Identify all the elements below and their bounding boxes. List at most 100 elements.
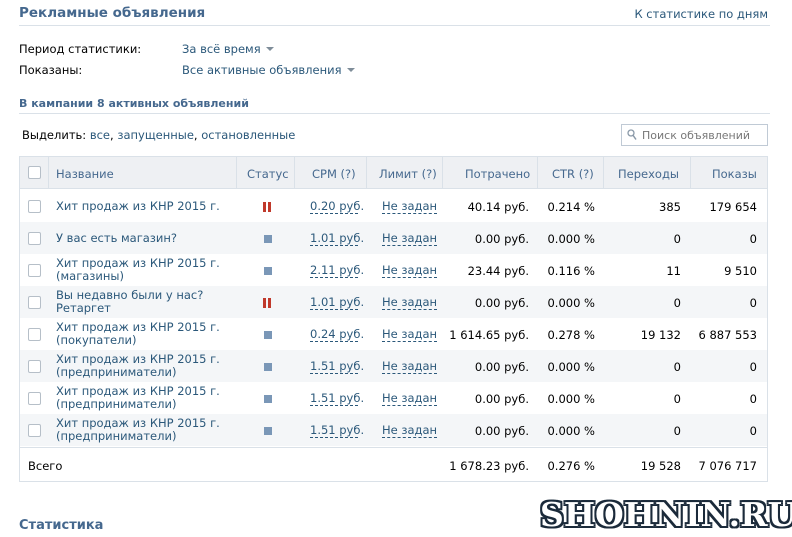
shows-value: 0 [749, 360, 757, 374]
table-row: Хит продаж из КНР 2015 г. 0.20 руб. Не зад… [20, 190, 767, 222]
select-prefix: Выделить: [22, 128, 87, 142]
running-square-icon[interactable] [264, 427, 272, 435]
shown-label: Показаны: [19, 63, 83, 77]
limit-value[interactable]: Не задан [382, 296, 438, 310]
total-ctr: 0.276 % [547, 459, 595, 473]
pause-icon[interactable] [263, 298, 272, 308]
ad-name-link[interactable]: Хит продаж из КНР 2015 г. (предпринимател… [56, 385, 220, 411]
ad-name-link[interactable]: У вас есть магазин? [56, 232, 177, 245]
cpm-value[interactable]: 1.51 руб. [310, 424, 364, 438]
table-row: Хит продаж из КНР 2015 г. (магазины) 2.11 … [20, 254, 767, 286]
ad-name-link[interactable]: Хит продаж из КНР 2015 г. (предпринимател… [56, 353, 220, 379]
row-checkbox[interactable] [28, 328, 41, 341]
table-row: Хит продаж из КНР 2015 г. (предпринимател… [20, 414, 767, 446]
row-checkbox[interactable] [28, 264, 41, 277]
ad-name-line2: (магазины) [56, 269, 124, 283]
running-square-icon[interactable] [264, 235, 272, 243]
search-box[interactable] [621, 124, 768, 146]
running-square-icon[interactable] [264, 395, 272, 403]
cpm-value[interactable]: 1.01 руб. [310, 232, 364, 246]
clicks-value: 385 [659, 200, 681, 214]
col-ctr[interactable]: CTR (?) [552, 167, 594, 181]
search-input[interactable] [642, 127, 764, 143]
running-square-icon[interactable] [264, 331, 272, 339]
ctr-value: 0.278 % [547, 328, 595, 342]
running-square-icon[interactable] [264, 363, 272, 371]
col-shows[interactable]: Показы [712, 167, 757, 181]
limit-value[interactable]: Не задан [382, 392, 438, 406]
row-checkbox[interactable] [28, 392, 41, 405]
cpm-value[interactable]: 1.51 руб. [310, 360, 364, 374]
limit-value[interactable]: Не задан [382, 328, 438, 342]
shown-value: Все активные объявления [182, 63, 342, 77]
running-square-icon[interactable] [264, 267, 272, 275]
spent-value: 0.00 руб. [474, 360, 529, 374]
shows-value: 6 887 553 [698, 328, 757, 342]
limit-value[interactable]: Не задан [382, 264, 438, 278]
period-value: За всё время [182, 42, 261, 56]
ad-name-link[interactable]: Хит продаж из КНР 2015 г. (предпринимател… [56, 417, 220, 443]
table-row: Хит продаж из КНР 2015 г. (предпринимател… [20, 350, 767, 382]
campaign-heading: В кампании 8 активных объявлений [19, 97, 249, 110]
table-header: Название Статус CPM (?) Лимит (?) Потрач… [20, 157, 767, 189]
col-cpm[interactable]: CPM (?) [312, 167, 356, 181]
table-row: У вас есть магазин? 1.01 руб. Не задан 0.00… [20, 222, 767, 254]
table-row: Вы недавно были у нас? Ретаргет 1.01 руб. Н… [20, 286, 767, 318]
cpm-value[interactable]: 0.20 руб. [310, 200, 364, 214]
select-all-checkbox[interactable] [28, 166, 41, 179]
limit-value[interactable]: Не задан [382, 424, 438, 438]
row-checkbox[interactable] [28, 360, 41, 373]
total-spent: 1 678.23 руб. [449, 459, 529, 473]
ad-name-line2: (покупатели) [56, 333, 137, 347]
spent-value: 23.44 руб. [467, 264, 529, 278]
row-checkbox[interactable] [28, 232, 41, 245]
limit-value[interactable]: Не задан [382, 360, 438, 374]
cpm-value[interactable]: 0.24 руб. [310, 328, 364, 342]
shows-value: 0 [749, 392, 757, 406]
clicks-value: 11 [666, 264, 681, 278]
ad-name-line1: Хит продаж из КНР 2015 г. [56, 199, 220, 213]
ad-name-link[interactable]: Хит продаж из КНР 2015 г. (магазины) [56, 257, 220, 283]
row-checkbox[interactable] [28, 424, 41, 437]
ctr-value: 0.000 % [547, 296, 595, 310]
shows-value: 179 654 [709, 200, 757, 214]
row-checkbox[interactable] [28, 200, 41, 213]
select-stopped-link[interactable]: остановленные [201, 128, 295, 142]
spent-value: 0.00 руб. [474, 232, 529, 246]
shown-dropdown[interactable]: Все активные объявления [182, 63, 355, 77]
shows-value: 0 [749, 296, 757, 310]
limit-value[interactable]: Не задан [382, 200, 438, 214]
daily-stats-link[interactable]: К статистике по дням [634, 7, 768, 21]
cpm-value[interactable]: 2.11 руб. [310, 264, 364, 278]
limit-value[interactable]: Не задан [382, 232, 438, 246]
col-clicks[interactable]: Переходы [618, 167, 679, 181]
col-name[interactable]: Название [56, 167, 114, 181]
ad-name-link[interactable]: Хит продаж из КНР 2015 г. (покупатели) [56, 321, 220, 347]
spent-value: 1 614.65 руб. [449, 328, 529, 342]
spent-value: 40.14 руб. [467, 200, 529, 214]
select-running-link[interactable]: запущенные [117, 128, 194, 142]
cpm-value[interactable]: 1.51 руб. [310, 392, 364, 406]
shows-value: 0 [749, 232, 757, 246]
ctr-value: 0.000 % [547, 424, 595, 438]
row-checkbox[interactable] [28, 296, 41, 309]
ctr-value: 0.214 % [547, 200, 595, 214]
select-all-link[interactable]: все [90, 128, 110, 142]
col-spent[interactable]: Потрачено [465, 167, 530, 181]
ad-name-link[interactable]: Хит продаж из КНР 2015 г. [56, 200, 220, 213]
ad-name-link[interactable]: Вы недавно были у нас? Ретаргет [56, 289, 203, 315]
magnifier-icon [627, 129, 637, 140]
spent-value: 0.00 руб. [474, 392, 529, 406]
pause-icon[interactable] [263, 202, 272, 212]
table-row: Хит продаж из КНР 2015 г. (предпринимател… [20, 382, 767, 414]
cpm-value[interactable]: 1.01 руб. [310, 296, 364, 310]
col-status[interactable]: Статус [247, 167, 289, 181]
shows-value: 0 [749, 424, 757, 438]
clicks-value: 0 [673, 392, 681, 406]
total-label: Всего [28, 459, 63, 473]
period-dropdown[interactable]: За всё время [182, 42, 274, 56]
total-clicks: 19 528 [640, 459, 681, 473]
col-limit[interactable]: Лимит (?) [379, 167, 437, 181]
ad-name-line2: (предприниматели) [56, 429, 177, 443]
ctr-value: 0.000 % [547, 360, 595, 374]
